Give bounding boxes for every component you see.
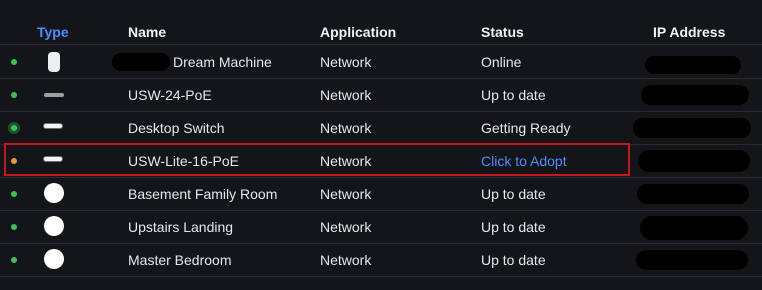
table-row[interactable]: Desktop Switch Network Getting Ready: [0, 111, 762, 145]
device-name: USW-24-PoE: [128, 87, 212, 103]
redacted-text: [112, 53, 170, 71]
device-name: Basement Family Room: [128, 186, 278, 202]
column-header-ip-address[interactable]: IP Address: [653, 22, 725, 42]
device-name: Master Bedroom: [128, 252, 232, 268]
redacted-ip: [645, 56, 741, 74]
device-application: Network: [320, 252, 372, 268]
table-row[interactable]: Master Bedroom Network Up to date: [0, 243, 762, 277]
device-application: Network: [320, 219, 372, 235]
device-application: Network: [320, 87, 372, 103]
device-status: Getting Ready: [481, 120, 571, 136]
table-header: Type Name Application Status IP Address: [0, 0, 762, 45]
click-to-adopt-link[interactable]: Click to Adopt: [481, 151, 567, 171]
desktop-switch-icon: [43, 156, 63, 162]
device-status: Online: [481, 54, 522, 70]
table-row[interactable]: Upstairs Landing Network Up to date: [0, 210, 762, 244]
devices-table: Type Name Application Status IP Address …: [0, 0, 762, 290]
redacted-ip: [636, 250, 748, 270]
device-name: Dream Machine: [173, 54, 272, 70]
redacted-ip: [637, 184, 749, 204]
table-row[interactable]: USW-24-PoE Network Up to date: [0, 78, 762, 112]
access-point-icon: [44, 216, 64, 236]
device-name: USW-Lite-16-PoE: [128, 153, 240, 169]
device-status: Up to date: [481, 87, 546, 103]
device-status: Up to date: [481, 252, 546, 268]
device-application: Network: [320, 54, 372, 70]
table-row[interactable]: USW-Lite-16-PoE Network Click to Adopt: [0, 144, 762, 178]
redacted-ip: [633, 118, 751, 138]
device-application: Network: [320, 120, 372, 136]
status-dot: [11, 191, 17, 197]
status-dot: [11, 158, 17, 164]
redacted-ip: [638, 150, 750, 172]
status-dot: [11, 92, 17, 98]
device-name: Upstairs Landing: [128, 219, 234, 235]
column-header-type[interactable]: Type: [37, 22, 69, 42]
status-dot: [11, 59, 17, 65]
table-row[interactable]: Basement Family Room Network Up to date: [0, 177, 762, 211]
access-point-icon: [44, 183, 64, 203]
dream-machine-icon: [48, 52, 60, 72]
redacted-ip: [640, 216, 748, 240]
column-header-status[interactable]: Status: [481, 22, 524, 42]
device-application: Network: [320, 153, 372, 169]
redacted-ip: [641, 85, 749, 105]
device-application: Network: [320, 186, 372, 202]
status-dot: [8, 122, 20, 134]
column-header-application[interactable]: Application: [320, 22, 396, 42]
column-header-name[interactable]: Name: [128, 22, 166, 42]
device-name: Desktop Switch: [128, 120, 225, 136]
status-dot: [11, 257, 17, 263]
rack-switch-icon: [44, 93, 64, 97]
access-point-icon: [44, 249, 64, 269]
device-status: Up to date: [481, 219, 546, 235]
status-dot: [11, 224, 17, 230]
table-row[interactable]: Dream Machine Network Online: [0, 45, 762, 79]
desktop-switch-icon: [43, 123, 63, 129]
device-status: Up to date: [481, 186, 546, 202]
